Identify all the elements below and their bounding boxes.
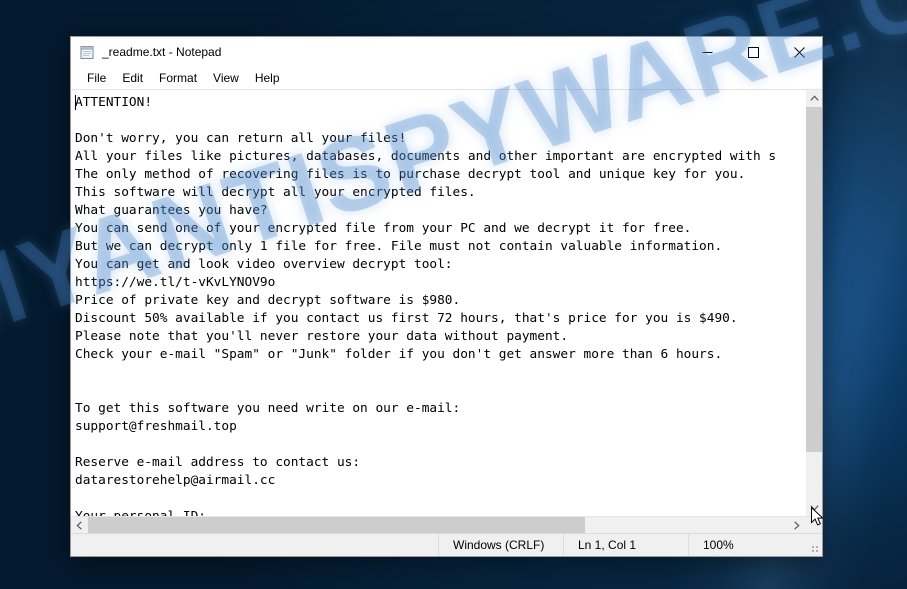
horizontal-scrollbar[interactable]: [71, 516, 822, 533]
window-title: _readme.txt - Notepad: [102, 45, 222, 59]
close-button[interactable]: [776, 37, 822, 67]
status-zoom-level: 100%: [688, 534, 806, 556]
notepad-window: _readme.txt - Notepad File Edit Format V…: [70, 36, 823, 557]
title-bar[interactable]: _readme.txt - Notepad: [71, 37, 822, 67]
status-line-ending: Windows (CRLF): [438, 534, 563, 556]
window-controls: [684, 37, 822, 67]
status-bar: Windows (CRLF) Ln 1, Col 1 100%: [71, 533, 822, 556]
scroll-down-arrow-icon[interactable]: [806, 499, 822, 516]
menu-item-file[interactable]: File: [79, 69, 114, 87]
menu-item-edit[interactable]: Edit: [114, 69, 151, 87]
menu-item-view[interactable]: View: [205, 69, 247, 87]
vertical-scroll-track[interactable]: [806, 107, 822, 499]
maximize-button[interactable]: [730, 37, 776, 67]
resize-grip[interactable]: [806, 534, 822, 556]
minimize-button[interactable]: [684, 37, 730, 67]
notepad-icon: [79, 44, 95, 60]
text-caret: [75, 95, 76, 110]
scroll-left-arrow-icon[interactable]: [71, 517, 88, 533]
menu-bar: File Edit Format View Help: [71, 67, 822, 89]
scrollbar-corner: [805, 517, 822, 533]
scroll-up-arrow-icon[interactable]: [806, 90, 822, 107]
vertical-scroll-thumb[interactable]: [806, 107, 822, 452]
status-spacer: [71, 534, 438, 556]
editor-area: ATTENTION! Don't worry, you can return a…: [71, 89, 822, 516]
vertical-scrollbar[interactable]: [805, 90, 822, 516]
horizontal-scroll-track[interactable]: [88, 517, 788, 533]
desktop-background: MYANTISPYWARE.COM _readme.txt - Notepad …: [0, 0, 907, 589]
text-editor[interactable]: ATTENTION! Don't worry, you can return a…: [71, 90, 805, 516]
ransom-note-text[interactable]: ATTENTION! Don't worry, you can return a…: [75, 94, 805, 516]
menu-item-format[interactable]: Format: [151, 69, 205, 87]
horizontal-scroll-thumb[interactable]: [88, 517, 585, 533]
status-cursor-position: Ln 1, Col 1: [563, 534, 688, 556]
scroll-right-arrow-icon[interactable]: [788, 517, 805, 533]
menu-item-help[interactable]: Help: [247, 69, 288, 87]
